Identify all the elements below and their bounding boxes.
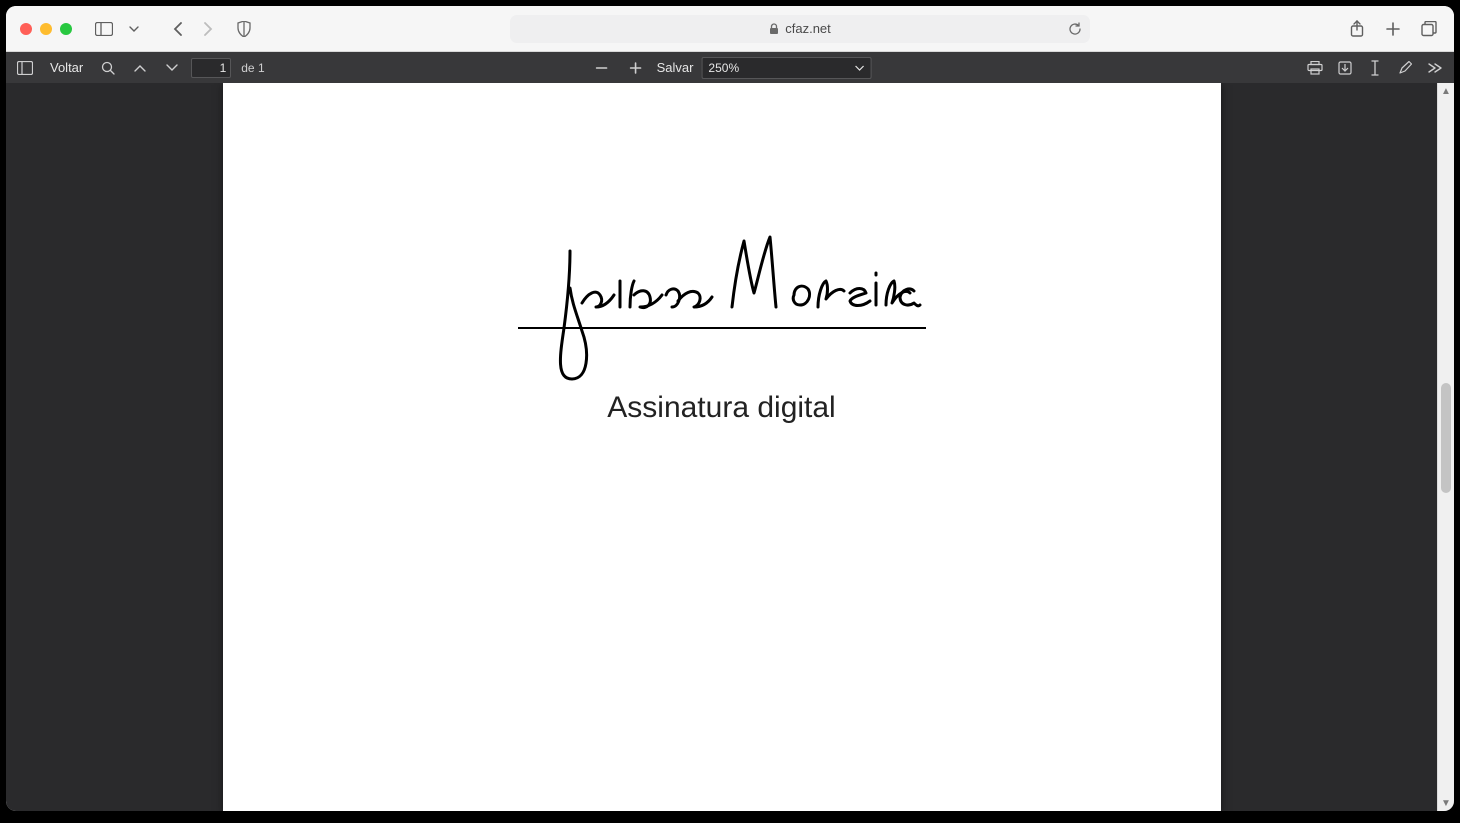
scroll-thumb[interactable] [1441, 383, 1451, 493]
signature-caption: Assinatura digital [512, 391, 932, 425]
back-label[interactable]: Voltar [44, 60, 89, 75]
address-text: cfaz.net [785, 21, 831, 36]
toggle-sidebar-icon[interactable] [12, 56, 38, 80]
signature-line [518, 327, 926, 329]
browser-window: cfaz.net Voltar [6, 6, 1454, 811]
document-page: Assinatura digital [223, 83, 1221, 811]
new-tab-button[interactable] [1382, 17, 1404, 41]
document-viewport[interactable]: Assinatura digital [6, 83, 1437, 811]
titlebar: cfaz.net [6, 6, 1454, 52]
scroll-down-arrow[interactable]: ▼ [1438, 795, 1454, 811]
page-number-input[interactable] [191, 58, 231, 78]
more-tools-icon[interactable] [1422, 56, 1448, 80]
chevron-down-icon [854, 65, 864, 71]
signature-block: Assinatura digital [512, 233, 932, 425]
nav-forward-button[interactable] [194, 17, 222, 41]
signature-image [522, 233, 922, 383]
find-icon[interactable] [95, 56, 121, 80]
download-icon[interactable] [1332, 56, 1358, 80]
scroll-up-arrow[interactable]: ▲ [1438, 83, 1454, 99]
lock-icon [769, 23, 779, 35]
zoom-in-icon[interactable] [623, 56, 649, 80]
zoom-select[interactable]: 250% [701, 57, 871, 79]
zoom-out-icon[interactable] [589, 56, 615, 80]
draw-icon[interactable] [1392, 56, 1418, 80]
traffic-lights [20, 23, 72, 35]
zoom-value: 250% [708, 61, 739, 75]
nav-back-button[interactable] [164, 17, 192, 41]
save-label[interactable]: Salvar [657, 60, 694, 75]
tab-overview-button[interactable] [1418, 17, 1440, 41]
share-button[interactable] [1346, 17, 1368, 41]
vertical-scrollbar[interactable]: ▲ ▼ [1437, 83, 1454, 811]
close-window-button[interactable] [20, 23, 32, 35]
address-bar[interactable]: cfaz.net [510, 15, 1090, 43]
sidebar-toggle-button[interactable] [90, 17, 118, 41]
maximize-window-button[interactable] [60, 23, 72, 35]
prev-page-icon[interactable] [127, 56, 153, 80]
pdf-content-area: Assinatura digital ▲ ▼ [6, 83, 1454, 811]
print-icon[interactable] [1302, 56, 1328, 80]
text-cursor-icon[interactable] [1362, 56, 1388, 80]
reload-icon[interactable] [1068, 22, 1082, 36]
minimize-window-button[interactable] [40, 23, 52, 35]
pdf-toolbar: Voltar de 1 Salvar 250% [6, 52, 1454, 83]
page-total-label: de 1 [241, 61, 264, 75]
privacy-shield-icon[interactable] [230, 17, 258, 41]
sidebar-dropdown-button[interactable] [120, 17, 148, 41]
next-page-icon[interactable] [159, 56, 185, 80]
